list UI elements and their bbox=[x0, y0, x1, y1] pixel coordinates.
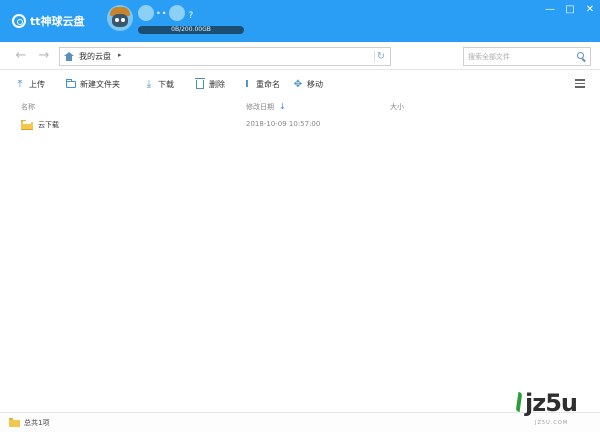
sort-down-icon: ↓ bbox=[279, 102, 286, 111]
minimize-button[interactable]: — bbox=[540, 0, 560, 20]
column-header-name[interactable]: 名称 bbox=[21, 102, 35, 112]
username-blur bbox=[169, 5, 186, 21]
username-blur bbox=[138, 5, 154, 21]
column-header-modified[interactable]: 修改日期 ↓ bbox=[246, 102, 286, 112]
status-bar: 总共1项 bbox=[0, 412, 600, 432]
username-dots: •• bbox=[156, 8, 168, 18]
new-folder-button[interactable]: 新建文件夹 bbox=[66, 77, 120, 91]
breadcrumb-arrow-icon[interactable]: ▸ bbox=[118, 51, 122, 59]
list-item[interactable]: 云下载 2018-10-09 10:57:00 bbox=[0, 117, 600, 133]
avatar[interactable] bbox=[107, 5, 133, 31]
rename-label: 重命名 bbox=[256, 79, 280, 89]
status-text: 总共1项 bbox=[24, 419, 50, 427]
quota-text: 0B/200.00GB bbox=[171, 26, 211, 33]
breadcrumb-my-cloud[interactable]: 我的云盘 bbox=[79, 51, 111, 62]
download-label: 下载 bbox=[158, 79, 174, 89]
folder-icon bbox=[9, 418, 20, 427]
address-row: ← → 我的云盘 ▸ ↻ bbox=[0, 42, 600, 70]
watermark-logo: jz5u bbox=[515, 389, 578, 417]
upload-button[interactable]: ⤒ 上传 bbox=[15, 77, 45, 91]
username-suffix: ? bbox=[188, 11, 194, 21]
watermark-sub: JZ5U.COM bbox=[535, 420, 569, 426]
home-icon[interactable] bbox=[64, 52, 74, 61]
forward-arrow-icon[interactable]: → bbox=[37, 49, 51, 63]
logo-icon bbox=[12, 14, 26, 28]
refresh-icon[interactable]: ↻ bbox=[374, 50, 387, 63]
move-label: 移动 bbox=[307, 79, 323, 89]
new-folder-label: 新建文件夹 bbox=[80, 79, 120, 89]
move-arrows-icon: ✥ bbox=[293, 78, 303, 90]
back-arrow-icon[interactable]: ← bbox=[14, 49, 28, 63]
move-button[interactable]: ✥ 移动 bbox=[293, 77, 323, 91]
logo-text: tt神球云盘 bbox=[30, 15, 85, 28]
folder-icon bbox=[66, 78, 76, 88]
leaf-icon bbox=[515, 392, 523, 414]
title-bar: tt神球云盘 •• ? 0B/200.00GB — □ ✕ bbox=[0, 0, 600, 42]
text-cursor-icon: I bbox=[245, 78, 249, 90]
app-logo: tt神球云盘 bbox=[12, 13, 85, 29]
column-header-modified-label: 修改日期 bbox=[246, 103, 274, 111]
list-view-icon[interactable] bbox=[575, 79, 585, 88]
download-icon: ⤓ bbox=[146, 78, 152, 90]
search-input[interactable] bbox=[464, 48, 572, 65]
search-icon[interactable] bbox=[577, 52, 587, 62]
window-controls: — □ ✕ bbox=[540, 0, 600, 20]
delete-button[interactable]: 删除 bbox=[195, 77, 225, 91]
folder-icon bbox=[21, 120, 33, 130]
toolbar: ⤒ 上传 新建文件夹 ⤓ 下载 删除 I 重命名 ✥ 移动 bbox=[0, 74, 600, 94]
address-bar[interactable]: 我的云盘 ▸ ↻ bbox=[59, 47, 391, 66]
maximize-button[interactable]: □ bbox=[560, 0, 580, 20]
file-modified: 2018-10-09 10:57:00 bbox=[246, 120, 321, 128]
download-button[interactable]: ⤓ 下载 bbox=[144, 77, 174, 91]
column-header-size[interactable]: 大小 bbox=[390, 102, 404, 112]
watermark-text: jz5u bbox=[525, 389, 578, 417]
upload-icon: ⤒ bbox=[17, 78, 23, 90]
delete-label: 删除 bbox=[209, 79, 225, 89]
upload-label: 上传 bbox=[29, 79, 45, 89]
file-name[interactable]: 云下载 bbox=[38, 120, 59, 130]
trash-icon bbox=[195, 77, 205, 89]
close-button[interactable]: ✕ bbox=[580, 0, 600, 20]
search-box[interactable] bbox=[463, 47, 591, 66]
rename-button[interactable]: I 重命名 bbox=[242, 77, 280, 91]
username[interactable]: •• ? bbox=[138, 5, 193, 21]
